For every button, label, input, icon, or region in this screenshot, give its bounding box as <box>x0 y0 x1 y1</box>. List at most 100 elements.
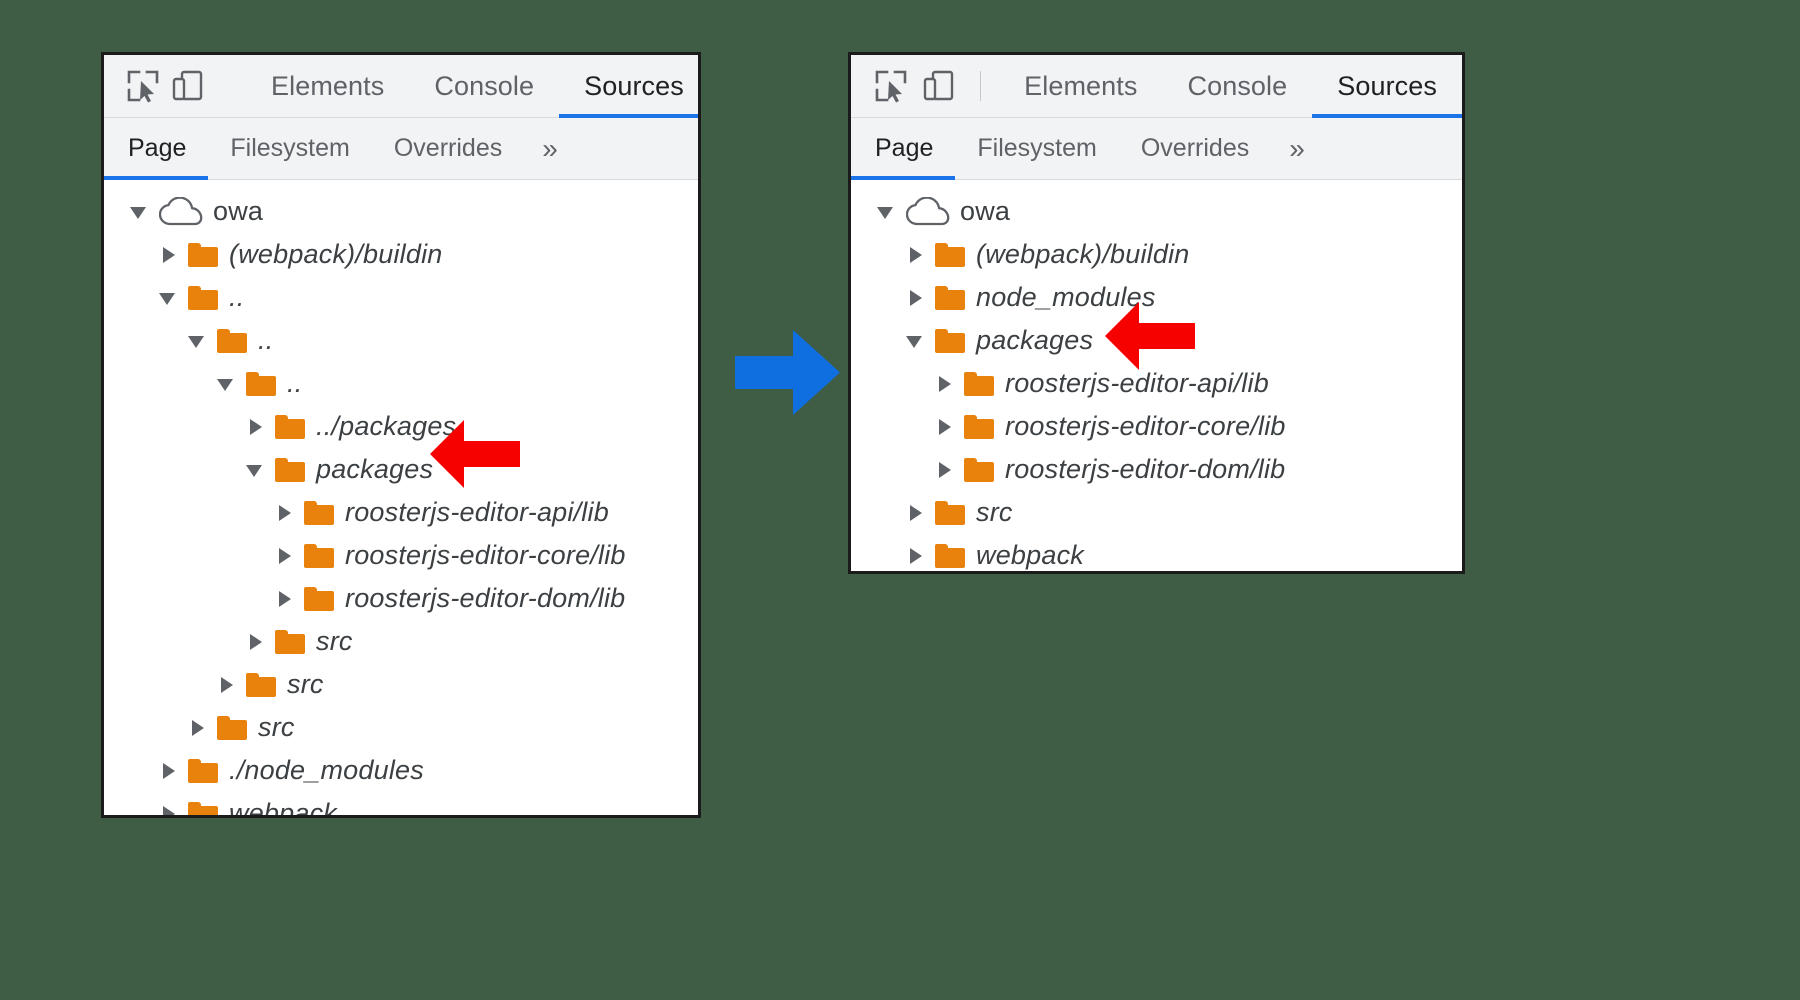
chevron-right-icon[interactable] <box>246 632 266 652</box>
folder-icon <box>188 243 218 267</box>
folder-icon <box>217 329 247 353</box>
tree-row-label: (webpack)/buildin <box>229 239 443 270</box>
chevron-right-icon[interactable] <box>159 804 179 816</box>
tab-elements[interactable]: Elements <box>999 55 1162 117</box>
tab-sources[interactable]: Sources <box>1312 55 1462 117</box>
subtab-more-icon[interactable]: » <box>524 118 576 179</box>
chevron-down-icon[interactable] <box>130 202 150 222</box>
chevron-right-icon[interactable] <box>217 675 237 695</box>
chevron-right-icon[interactable] <box>275 589 295 609</box>
tree-row-label: .. <box>287 368 302 399</box>
tree-row[interactable]: roosterjs-editor-core/lib <box>851 405 1462 448</box>
folder-icon <box>964 415 994 439</box>
tree-row[interactable]: src <box>104 706 698 749</box>
tree-row[interactable]: roosterjs-editor-core/lib <box>104 534 698 577</box>
chevron-right-icon[interactable] <box>906 288 926 308</box>
tree-row[interactable]: .. <box>104 319 698 362</box>
folder-icon <box>935 243 965 267</box>
tab-elements[interactable]: Elements <box>246 55 409 117</box>
chevron-right-icon[interactable] <box>935 374 955 394</box>
chevron-right-icon[interactable] <box>906 503 926 523</box>
chevron-down-icon[interactable] <box>877 202 897 222</box>
folder-icon <box>275 415 305 439</box>
chevron-right-icon[interactable] <box>246 417 266 437</box>
tree-row[interactable]: src <box>104 663 698 706</box>
red-arrow-left-icon <box>430 418 520 490</box>
tab-sources[interactable]: Sources <box>559 55 701 117</box>
chevron-down-icon[interactable] <box>159 288 179 308</box>
device-toolbar-icon[interactable] <box>920 67 957 105</box>
chevron-right-icon[interactable] <box>935 417 955 437</box>
chevron-right-icon[interactable] <box>906 245 926 265</box>
tree-row-label: packages <box>976 325 1093 356</box>
chevron-down-icon[interactable] <box>906 331 926 351</box>
tree-row[interactable]: roosterjs-editor-dom/lib <box>851 448 1462 491</box>
tree-row[interactable]: webpack <box>851 534 1462 571</box>
inspect-element-icon[interactable] <box>126 67 160 105</box>
tree-row[interactable]: packages <box>104 448 698 491</box>
sources-subtab-list: Page Filesystem Overrides » <box>104 118 698 180</box>
chevron-right-icon[interactable] <box>159 761 179 781</box>
folder-icon <box>304 544 334 568</box>
tree-row[interactable]: roosterjs-editor-dom/lib <box>104 577 698 620</box>
tree-row-label: owa <box>960 196 1010 227</box>
tree-row[interactable]: ../packages <box>104 405 698 448</box>
tree-row[interactable]: .. <box>104 362 698 405</box>
tree-row[interactable]: (webpack)/buildin <box>104 233 698 276</box>
chevron-down-icon[interactable] <box>217 374 237 394</box>
tab-console[interactable]: Console <box>409 55 559 117</box>
tree-row-label: (webpack)/buildin <box>976 239 1190 270</box>
tree-row[interactable]: owa <box>104 190 698 233</box>
subtab-page[interactable]: Page <box>104 118 208 179</box>
chevron-down-icon[interactable] <box>188 331 208 351</box>
devtools-tab-list: Elements Console Sources <box>246 55 701 117</box>
tree-row-label: roosterjs-editor-api/lib <box>345 497 609 528</box>
tree-row-label: roosterjs-editor-core/lib <box>345 540 626 571</box>
folder-icon <box>304 501 334 525</box>
folder-icon <box>275 458 305 482</box>
folder-icon <box>935 329 965 353</box>
subtab-filesystem[interactable]: Filesystem <box>208 118 371 179</box>
folder-icon <box>935 286 965 310</box>
blue-arrow-icon <box>735 330 840 415</box>
tree-row[interactable]: .. <box>104 276 698 319</box>
tree-row-label: .. <box>258 325 273 356</box>
chevron-right-icon[interactable] <box>275 546 295 566</box>
device-toolbar-icon[interactable] <box>170 67 204 105</box>
folder-icon <box>935 501 965 525</box>
folder-icon <box>246 673 276 697</box>
tree-row-label: src <box>258 712 295 743</box>
subtab-more-icon[interactable]: » <box>1271 118 1323 179</box>
sources-subtab-list: Page Filesystem Overrides » <box>851 118 1462 180</box>
tab-console[interactable]: Console <box>1162 55 1312 117</box>
tree-row[interactable]: src <box>104 620 698 663</box>
tree-row[interactable]: (webpack)/buildin <box>851 233 1462 276</box>
chevron-right-icon[interactable] <box>906 546 926 566</box>
tree-row-label: roosterjs-editor-api/lib <box>1005 368 1269 399</box>
chevron-right-icon[interactable] <box>159 245 179 265</box>
tree-row-label: roosterjs-editor-dom/lib <box>345 583 625 614</box>
chevron-down-icon[interactable] <box>246 460 266 480</box>
tree-row-label: .. <box>229 282 244 313</box>
tree-row[interactable]: roosterjs-editor-api/lib <box>104 491 698 534</box>
file-tree-after[interactable]: owa(webpack)/buildinnode_modulespackages… <box>851 180 1462 571</box>
tree-row[interactable]: src <box>851 491 1462 534</box>
tree-row-label: roosterjs-editor-dom/lib <box>1005 454 1285 485</box>
chevron-right-icon[interactable] <box>935 460 955 480</box>
chevron-right-icon[interactable] <box>275 503 295 523</box>
file-tree-before[interactable]: owa (webpack)/buildin...... ../packagespac… <box>104 180 698 815</box>
inspect-element-icon[interactable] <box>873 67 910 105</box>
tree-row-label: owa <box>213 196 263 227</box>
tree-row-label: ./node_modules <box>229 755 424 786</box>
subtab-page[interactable]: Page <box>851 118 955 179</box>
subtab-filesystem[interactable]: Filesystem <box>955 118 1118 179</box>
subtab-overrides[interactable]: Overrides <box>1119 118 1271 179</box>
devtools-toolbar: Elements Console Sources <box>104 55 698 118</box>
subtab-overrides[interactable]: Overrides <box>372 118 524 179</box>
folder-icon <box>964 372 994 396</box>
tree-row[interactable]: ./node_modules <box>104 749 698 792</box>
tree-row[interactable]: webpack <box>104 792 698 815</box>
chevron-right-icon[interactable] <box>188 718 208 738</box>
tree-row[interactable]: owa <box>851 190 1462 233</box>
devtools-toolbar: Elements Console Sources <box>851 55 1462 118</box>
